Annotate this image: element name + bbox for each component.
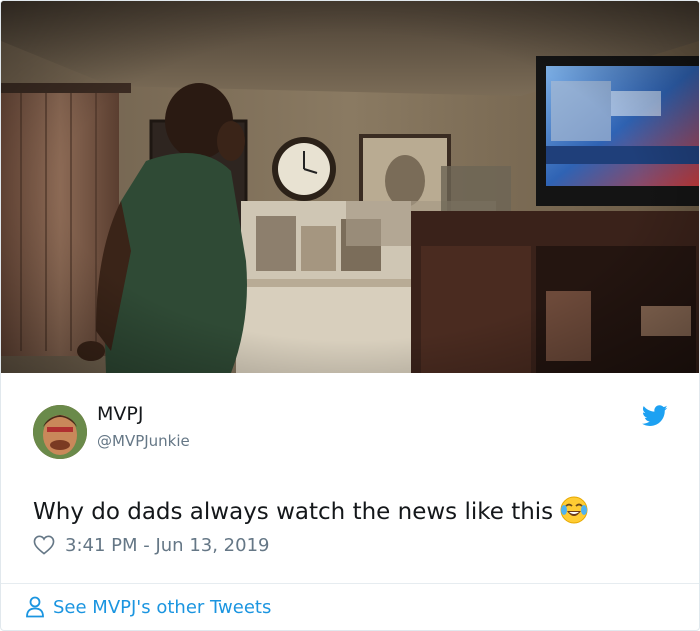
tweet-card: MVPJ @MVPJunkie Why do dads always watch… (0, 0, 700, 631)
author-avatar[interactable] (33, 405, 87, 459)
tweet-photo[interactable] (1, 1, 699, 373)
laughing-crying-emoji-icon (559, 495, 589, 525)
author-handle[interactable]: @MVPJunkie (97, 432, 190, 450)
see-other-tweets-link[interactable]: See MVPJ's other Tweets (25, 593, 271, 621)
person-icon (25, 596, 45, 618)
tweet-meta: 3:41 PM - Jun 13, 2019 (33, 532, 269, 558)
tweet-text: Why do dads always watch the news like t… (33, 499, 554, 525)
divider (1, 583, 699, 584)
heart-icon[interactable] (33, 535, 55, 555)
tweet-text-line: Why do dads always watch the news like t… (33, 495, 589, 525)
twitter-bird-icon[interactable] (641, 405, 668, 427)
tweet-timestamp[interactable]: 3:41 PM - Jun 13, 2019 (65, 535, 269, 556)
see-other-tweets-label[interactable]: See MVPJ's other Tweets (53, 597, 271, 618)
author-name[interactable]: MVPJ (97, 403, 143, 425)
